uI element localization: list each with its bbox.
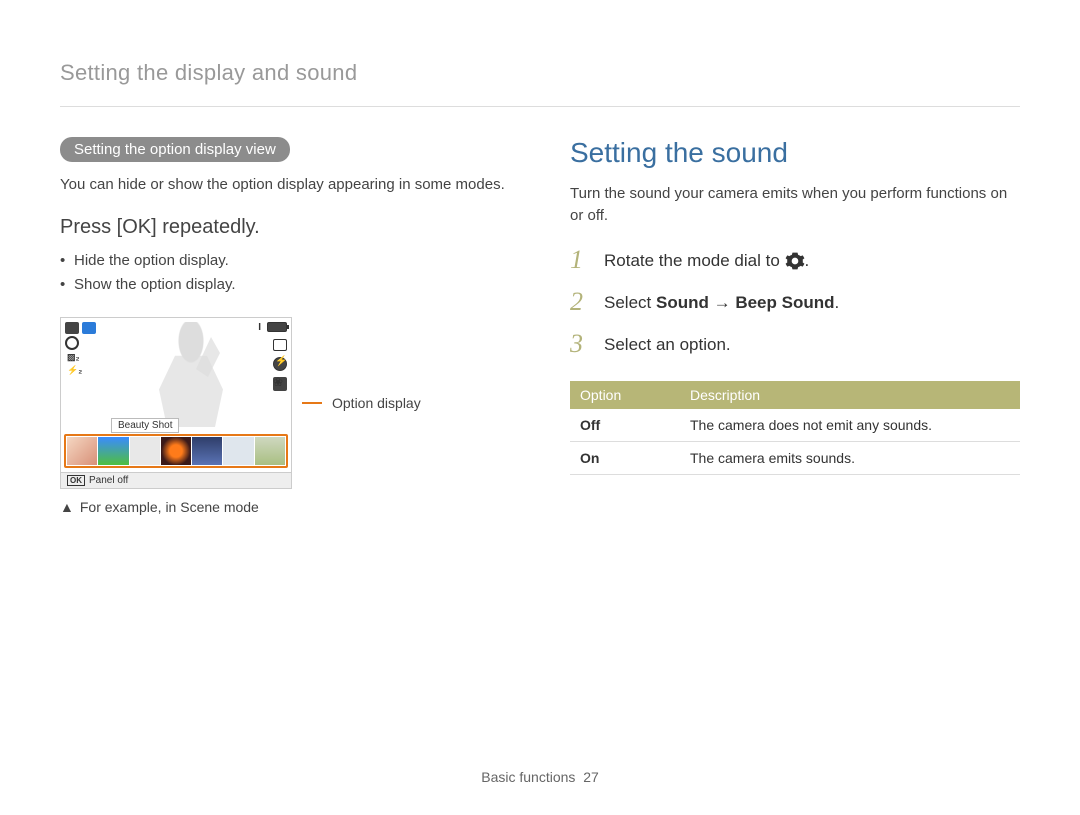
battery-icon <box>267 322 287 332</box>
step-2-text: Select Sound → Beep Sound. <box>604 289 839 313</box>
option-off: Off <box>570 409 680 442</box>
section-pill: Setting the option display view <box>60 137 290 162</box>
press-ok-instruction: Press [OK] repeatedly. <box>60 216 510 239</box>
metering-icon <box>65 336 79 350</box>
option-bullets: Hide the option display. Show the option… <box>60 249 510 297</box>
step-2: 2 Select Sound → Beep Sound. <box>570 289 1020 315</box>
instruction-suffix: ] repeatedly. <box>151 216 260 238</box>
panel-off-bar: OK Panel off <box>61 472 291 488</box>
shot-icons-left: ▨₂ ⚡₂ <box>65 322 96 376</box>
bullet-hide-option: Hide the option display. <box>60 249 510 273</box>
iso-2-icon: ▨₂ <box>65 352 96 363</box>
footer-section: Basic functions <box>481 769 575 785</box>
ok-key-icon: OK <box>67 475 85 486</box>
macro-icon <box>273 377 287 391</box>
caption-text: For example, in Scene mode <box>80 499 259 515</box>
triangle-icon: ▲ <box>60 499 74 515</box>
step-3-text: Select an option. <box>604 331 731 355</box>
instruction-prefix: Press [ <box>60 216 122 238</box>
footer-page-number: 27 <box>583 769 599 785</box>
step-num-2: 2 <box>570 289 592 315</box>
thumb-5 <box>192 437 222 465</box>
option-off-desc: The camera does not emit any sounds. <box>680 409 1020 442</box>
option-strip <box>64 434 288 468</box>
table-header-description: Description <box>680 381 1020 409</box>
beauty-shot-label: Beauty Shot <box>111 418 179 433</box>
step-1-text: Rotate the mode dial to . <box>604 247 809 272</box>
table-header-option: Option <box>570 381 680 409</box>
steps-list: 1 Rotate the mode dial to . 2 Select Sou… <box>570 247 1020 357</box>
frame-icon <box>273 339 287 351</box>
content-columns: Setting the option display view You can … <box>60 137 1020 515</box>
left-column: Setting the option display view You can … <box>60 137 510 515</box>
scn-icon <box>82 322 96 334</box>
page-footer: Basic functions 27 <box>60 769 1020 785</box>
page-header: Setting the display and sound <box>60 60 1020 86</box>
step-3: 3 Select an option. <box>570 331 1020 357</box>
gear-icon <box>785 251 805 271</box>
header-divider <box>60 106 1020 107</box>
thumb-4 <box>161 437 191 465</box>
manual-page: Setting the display and sound Setting th… <box>0 0 1080 815</box>
thumb-3 <box>130 437 160 465</box>
setting-sound-heading: Setting the sound <box>570 137 1020 169</box>
person-silhouette <box>141 322 241 427</box>
bullet-show-option: Show the option display. <box>60 273 510 297</box>
thumb-2 <box>98 437 128 465</box>
left-intro: You can hide or show the option display … <box>60 174 510 196</box>
movie-icon <box>65 322 79 334</box>
flash-icon <box>273 357 287 371</box>
shot-icons-right: I <box>258 322 287 391</box>
callout-line <box>302 402 322 404</box>
screenshot-wrapper: ▨₂ ⚡₂ I Beauty Shot <box>60 317 510 489</box>
table-row: On The camera emits sounds. <box>570 441 1020 474</box>
camera-screenshot: ▨₂ ⚡₂ I Beauty Shot <box>60 317 292 489</box>
timer-2-icon: ⚡₂ <box>65 365 96 376</box>
step-num-1: 1 <box>570 247 592 273</box>
option-display-callout: Option display <box>332 395 421 411</box>
step-num-3: 3 <box>570 331 592 357</box>
thumb-6 <box>223 437 253 465</box>
thumb-7 <box>255 437 285 465</box>
sound-options-table: Option Description Off The camera does n… <box>570 381 1020 475</box>
option-on-desc: The camera emits sounds. <box>680 441 1020 474</box>
step-1: 1 Rotate the mode dial to . <box>570 247 1020 273</box>
right-column: Setting the sound Turn the sound your ca… <box>570 137 1020 515</box>
screenshot-caption: ▲ For example, in Scene mode <box>60 499 510 515</box>
right-intro: Turn the sound your camera emits when yo… <box>570 183 1020 227</box>
option-on: On <box>570 441 680 474</box>
panel-off-text: Panel off <box>89 475 128 486</box>
table-row: Off The camera does not emit any sounds. <box>570 409 1020 442</box>
ok-icon: OK <box>122 216 151 239</box>
thumb-1 <box>67 437 97 465</box>
